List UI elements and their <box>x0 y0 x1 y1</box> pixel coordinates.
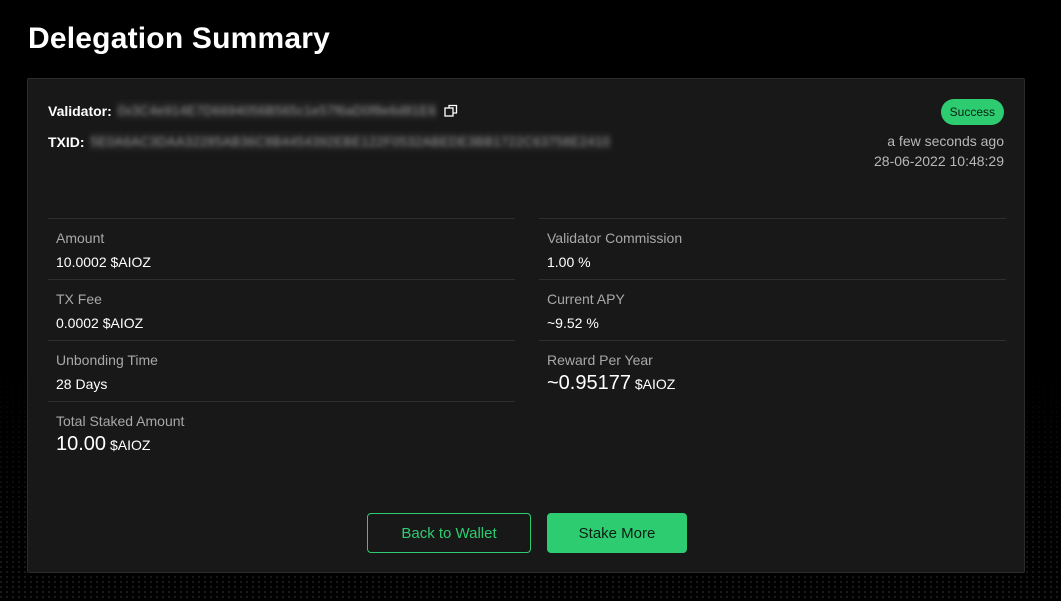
stat-validator-commission: Validator Commission 1.00 % <box>539 218 1006 279</box>
stat-label: Total Staked Amount <box>56 413 185 429</box>
stat-value: ~0.95177 $AIOZ <box>547 372 998 394</box>
txid-value[interactable]: 5E0A6AC3DAA32285AB36C8B4454392EBE122F053… <box>88 132 612 151</box>
stat-label: Current APY <box>547 291 625 307</box>
stat-current-apy: Current APY ~9.52 % <box>539 279 1006 340</box>
stat-value: 28 Days <box>56 376 108 392</box>
stat-value: 10.00 $AIOZ <box>56 433 507 455</box>
stat-label: TX Fee <box>56 291 102 307</box>
stats-left-column: Amount 10.0002 $AIOZ TX Fee 0.0002 $AIOZ… <box>48 218 515 462</box>
total-staked-number: 10.00 <box>56 433 107 455</box>
back-to-wallet-button[interactable]: Back to Wallet <box>367 513 531 553</box>
validator-label: Validator: <box>48 102 112 119</box>
validator-row: Validator: 0x3C4e914E7D6694056B565c1e57f… <box>48 101 458 120</box>
stat-tx-fee: TX Fee 0.0002 $AIOZ <box>48 279 515 340</box>
summary-card: Validator: 0x3C4e914E7D6694056B565c1e57f… <box>27 78 1025 573</box>
status-badge: Success <box>940 99 1004 125</box>
stat-value: ~9.52 % <box>547 315 599 331</box>
stat-value: 1.00 % <box>547 254 591 270</box>
stat-value: 10.0002 $AIOZ <box>56 254 151 270</box>
copy-icon[interactable] <box>444 104 458 118</box>
page: Delegation Summary Validator: 0x3C4e914E… <box>0 0 1061 601</box>
page-title: Delegation Summary <box>28 22 331 55</box>
stat-label: Reward Per Year <box>547 352 653 368</box>
stake-more-button[interactable]: Stake More <box>547 513 687 553</box>
stat-reward-per-year: Reward Per Year ~0.95177 $AIOZ <box>539 340 1006 401</box>
stat-value: 0.0002 $AIOZ <box>56 315 144 331</box>
reward-unit: $AIOZ <box>634 376 676 392</box>
stat-label: Validator Commission <box>547 230 683 246</box>
stat-total-staked: Total Staked Amount 10.00 $AIOZ <box>48 401 515 462</box>
total-staked-unit: $AIOZ <box>109 437 151 453</box>
relative-time: a few seconds ago <box>887 133 1004 149</box>
stat-label: Unbonding Time <box>56 352 158 368</box>
txid-label: TXID: <box>48 133 85 150</box>
stat-unbonding-time: Unbonding Time 28 Days <box>48 340 515 401</box>
txid-row: TXID: 5E0A6AC3DAA32285AB36C8B4454392EBE1… <box>48 132 612 151</box>
stat-amount: Amount 10.0002 $AIOZ <box>48 218 515 279</box>
stats-right-column: Validator Commission 1.00 % Current APY … <box>539 218 1006 401</box>
timestamp: 28-06-2022 10:48:29 <box>874 153 1004 169</box>
reward-number: ~0.95177 <box>547 372 631 394</box>
stat-label: Amount <box>56 230 105 246</box>
validator-address[interactable]: 0x3C4e914E7D6694056B565c1e57f6aD0f8e6d81… <box>115 101 439 120</box>
